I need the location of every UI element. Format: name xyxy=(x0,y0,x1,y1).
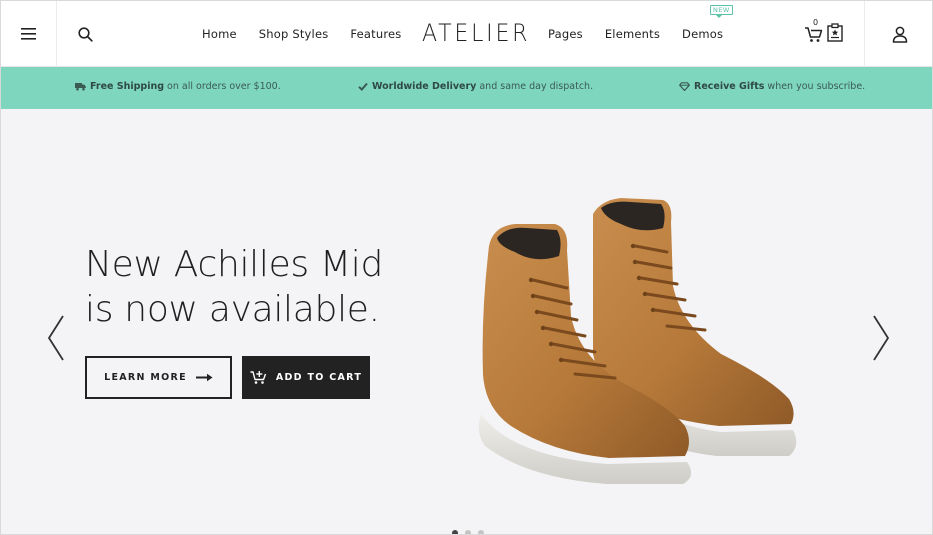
promo-text: and same day dispatch. xyxy=(479,81,594,92)
nav-shop-styles[interactable]: Shop Styles xyxy=(259,27,329,41)
hamburger-menu-icon xyxy=(20,28,36,40)
nav-left: Home Shop Styles Features xyxy=(202,1,423,67)
nav-demos-label: Demos xyxy=(682,27,724,41)
chevron-left-icon[interactable] xyxy=(45,314,67,362)
hero-headline: New Achilles Mid is now available. xyxy=(85,242,383,332)
cart-icon xyxy=(805,27,823,42)
page-frame: Home Shop Styles Features ATELIER Pages … xyxy=(0,0,933,535)
promo-worldwide-delivery: Worldwide Delivery and same day dispatch… xyxy=(358,81,593,92)
hero-slider: New Achilles Mid is now available. LEARN… xyxy=(1,109,932,534)
promo-receive-gifts: Receive Gifts when you subscribe. xyxy=(679,81,865,92)
wishlist-icon xyxy=(827,23,843,42)
headline-line-1: New Achilles Mid xyxy=(85,244,384,285)
learn-more-label: LEARN MORE xyxy=(104,372,187,383)
wishlist-button[interactable] xyxy=(827,23,845,45)
cart-count: 0 xyxy=(813,18,819,27)
promo-bold: Free Shipping xyxy=(90,81,165,92)
nav-features[interactable]: Features xyxy=(350,27,401,41)
headline-line-2: is now available. xyxy=(85,289,380,330)
promo-bar: Free Shipping on all orders over $100. W… xyxy=(1,67,932,109)
truck-icon xyxy=(75,82,86,91)
product-image-sneakers xyxy=(478,198,797,484)
slider-dot-2[interactable] xyxy=(465,530,471,534)
check-icon xyxy=(358,82,368,91)
promo-text: when you subscribe. xyxy=(767,81,866,92)
account-button[interactable] xyxy=(864,1,932,67)
site-logo[interactable]: ATELIER xyxy=(422,19,530,47)
nav-elements[interactable]: Elements xyxy=(605,27,660,41)
nav-demos[interactable]: Demos NEW xyxy=(682,5,733,41)
site-header: Home Shop Styles Features ATELIER Pages … xyxy=(1,1,932,67)
promo-bold: Receive Gifts xyxy=(694,81,765,92)
promo-free-shipping: Free Shipping on all orders over $100. xyxy=(75,81,281,92)
learn-more-button[interactable]: LEARN MORE xyxy=(85,356,232,399)
add-to-cart-button[interactable]: ADD TO CART xyxy=(242,356,370,399)
menu-button[interactable] xyxy=(1,1,57,67)
nav-pages[interactable]: Pages xyxy=(548,27,583,41)
nav-home[interactable]: Home xyxy=(202,27,237,41)
user-icon xyxy=(892,26,907,43)
search-button[interactable] xyxy=(57,1,113,67)
promo-text: on all orders over $100. xyxy=(167,81,281,92)
search-icon xyxy=(77,26,93,42)
add-to-cart-label: ADD TO CART xyxy=(275,372,363,383)
diamond-icon xyxy=(679,82,690,91)
slider-dots xyxy=(452,530,491,534)
nav-right: Pages Elements Demos NEW xyxy=(548,1,745,67)
slider-dot-1[interactable] xyxy=(452,530,458,534)
arrow-right-icon xyxy=(195,373,213,382)
chevron-right-icon[interactable] xyxy=(870,314,892,362)
add-cart-icon xyxy=(250,370,267,385)
cart-button[interactable]: 0 xyxy=(804,18,828,45)
promo-bold: Worldwide Delivery xyxy=(372,81,477,92)
new-badge: NEW xyxy=(710,5,733,18)
slider-dot-3[interactable] xyxy=(478,530,484,534)
